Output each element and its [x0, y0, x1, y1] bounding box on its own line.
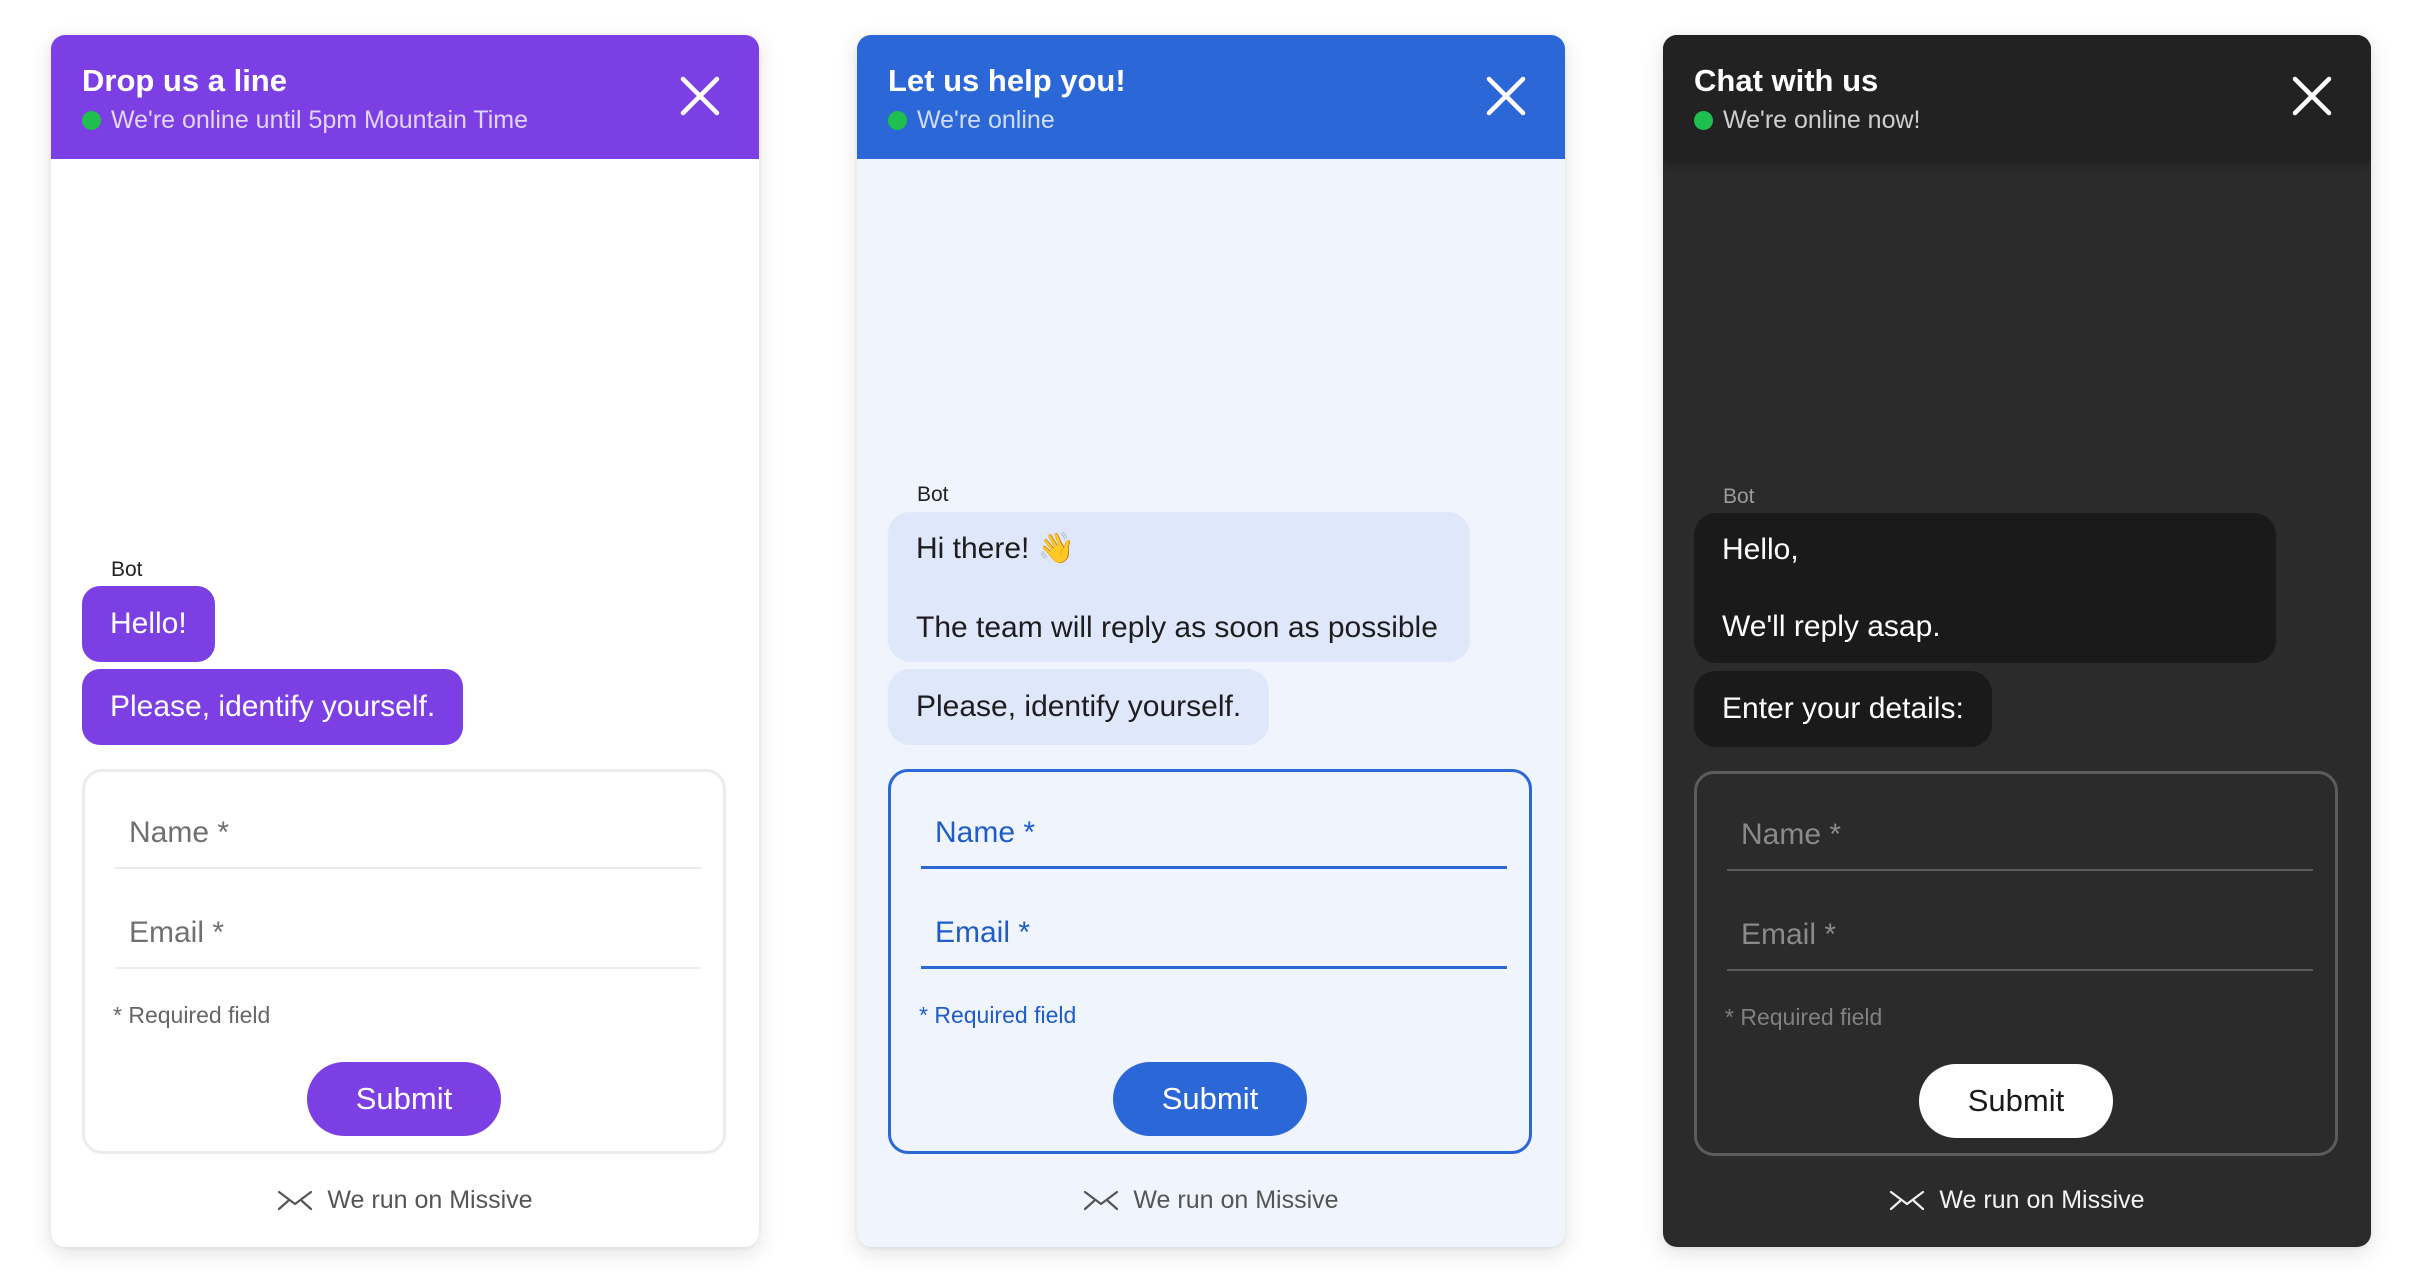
message-line: Hi there! 👋 [916, 532, 1076, 565]
message-line: The team will reply as soon as possible [916, 611, 1438, 644]
submit-button[interactable]: Submit [1919, 1064, 2113, 1138]
close-icon[interactable] [679, 75, 721, 117]
status-line: We're online [888, 103, 1055, 137]
message-bubble: Hello! [82, 586, 215, 662]
widget-title: Drop us a line [82, 63, 287, 98]
email-field[interactable]: Email * [1727, 901, 2313, 971]
message-bubble: Hello, We'll reply asap. [1694, 513, 2276, 663]
online-dot-icon [888, 110, 907, 130]
close-icon[interactable] [2291, 75, 2333, 117]
message-line: We'll reply asap. [1722, 610, 1941, 643]
email-field[interactable]: Email * [921, 899, 1507, 969]
bot-label: Bot [1723, 485, 1755, 508]
status-line: We're online until 5pm Mountain Time [82, 103, 528, 137]
powered-by-footer[interactable]: We run on Missive [51, 1182, 759, 1218]
widget-title: Let us help you! [888, 63, 1126, 98]
widget-header: Drop us a line We're online until 5pm Mo… [51, 35, 759, 159]
status-text: We're online until 5pm Mountain Time [111, 105, 529, 134]
message-bubble: Please, identify yourself. [82, 669, 464, 745]
required-field-note: * Required field [1725, 1004, 1883, 1030]
contact-form: Name * Email * * Required field Submit [82, 769, 726, 1154]
chat-widget-blue: Let us help you! We're online Bot Hi the… [857, 35, 1565, 1247]
name-field[interactable]: Name * [1727, 801, 2313, 871]
message-bubble: Enter your details: [1694, 671, 1992, 747]
submit-button[interactable]: Submit [307, 1062, 501, 1136]
contact-form: Name * Email * * Required field Submit [888, 769, 1532, 1154]
chat-widget-purple: Drop us a line We're online until 5pm Mo… [51, 35, 759, 1247]
footer-text: We run on Missive [1939, 1185, 2145, 1214]
status-text: We're online [917, 105, 1055, 134]
message-line: Hello, [1722, 533, 1799, 566]
status-text: We're online now! [1723, 105, 1921, 134]
powered-by-footer[interactable]: We run on Missive [1663, 1182, 2371, 1218]
message-bubble: Hi there! 👋 The team will reply as soon … [888, 512, 1470, 662]
email-field[interactable]: Email * [115, 899, 701, 969]
missive-logo-icon [277, 1189, 313, 1211]
required-field-note: * Required field [113, 1002, 271, 1028]
widget-header: Let us help you! We're online [857, 35, 1565, 159]
required-field-note: * Required field [919, 1002, 1077, 1028]
close-icon[interactable] [1485, 75, 1527, 117]
bot-label: Bot [917, 483, 949, 506]
status-line: We're online now! [1694, 103, 1920, 137]
footer-text: We run on Missive [1133, 1185, 1339, 1214]
powered-by-footer[interactable]: We run on Missive [857, 1182, 1565, 1218]
chat-widget-dark: Chat with us We're online now! Bot Hello… [1663, 35, 2371, 1247]
submit-button[interactable]: Submit [1113, 1062, 1307, 1136]
missive-logo-icon [1889, 1189, 1925, 1211]
widget-header: Chat with us We're online now! [1663, 35, 2371, 159]
bot-label: Bot [111, 558, 143, 581]
message-bubble: Please, identify yourself. [888, 669, 1270, 745]
name-field[interactable]: Name * [115, 799, 701, 869]
online-dot-icon [82, 110, 101, 130]
widget-title: Chat with us [1694, 63, 1879, 98]
name-field[interactable]: Name * [921, 799, 1507, 869]
missive-logo-icon [1083, 1189, 1119, 1211]
footer-text: We run on Missive [327, 1185, 533, 1214]
contact-form: Name * Email * * Required field Submit [1694, 771, 2338, 1156]
online-dot-icon [1694, 110, 1713, 130]
